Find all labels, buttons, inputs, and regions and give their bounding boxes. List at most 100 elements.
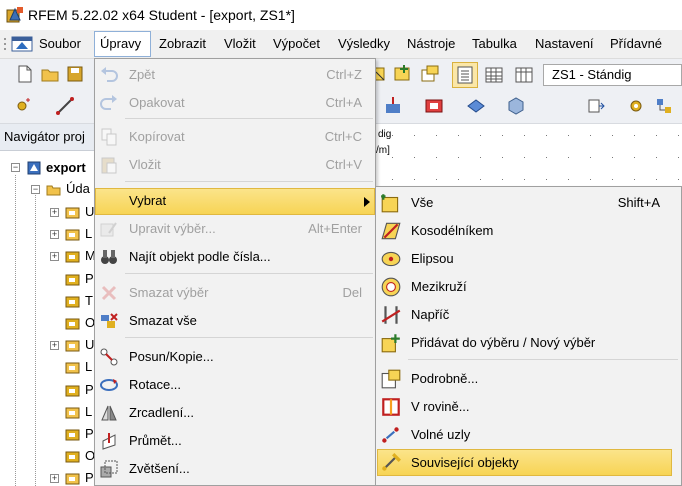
document-window-icon[interactable] [11,35,33,53]
load-icon[interactable] [384,96,404,116]
results-icon[interactable] [424,96,444,116]
menu-separator [125,181,373,182]
menu-vlozit[interactable]: Vložit [224,34,256,54]
edit-menu-label: Průmět... [129,433,182,448]
select-submenu-label: Mezikruží [411,279,467,294]
rfem-app-icon[interactable] [6,6,24,24]
tree-collapse-data[interactable]: − [31,185,40,194]
menu-zobrazit[interactable]: Zobrazit [159,34,206,54]
tree-collapse-root[interactable]: − [11,163,20,172]
grid-dot [590,135,591,136]
tree-item[interactable]: T [85,293,93,308]
tree-item[interactable]: U [85,337,94,352]
grid-dot [436,179,437,180]
edit-menu-label: Upravit výběr... [129,221,216,236]
menu-separator [125,118,373,119]
select-submenu-label: Přidávat do výběru / Nový výběr [411,335,596,350]
tree-item[interactable]: P [85,470,94,485]
grid-dot [458,179,459,180]
menu-upravy[interactable]: Úpravy [100,34,141,54]
new-line-icon[interactable] [55,96,75,116]
grid-dot [678,179,679,180]
render-icon[interactable] [506,96,526,116]
grid-dot [546,179,547,180]
grid-dot [590,179,591,180]
tree-expand-box[interactable]: + [50,474,59,484]
grid-dot [480,135,481,136]
in-plane-icon [382,398,400,416]
navigator-title: Navigátor proj [4,129,85,144]
grid-dot [546,135,547,136]
tree-data-node[interactable]: Úda [66,181,90,196]
select-submenu-label: Volné uzly [411,427,471,442]
menu-tabulka[interactable]: Tabulka [472,34,517,54]
edit-menu-label: Opakovat [129,95,185,110]
tree-item[interactable]: L [85,359,92,374]
grid-dot [656,179,657,180]
table-icon[interactable] [484,65,504,85]
grid-dot [634,157,635,158]
tree-expand-box[interactable]: + [50,230,59,240]
grid-dot [546,157,547,158]
paste-icon [101,157,117,174]
grid-dot [568,179,569,180]
scale-icon [100,460,118,478]
menu-pridavne-moduly[interactable]: Přídavné mo [610,34,682,71]
grid-dot [392,179,393,180]
grid-dot [524,157,525,158]
open-folder-icon[interactable] [40,64,60,84]
grid-dot [458,135,459,136]
tree-item[interactable]: L [85,404,92,419]
edit-menu-label: Zvětšení... [129,461,190,476]
grid-dot [678,135,679,136]
grid-dot [436,157,437,158]
menu-vysledky[interactable]: Výsledky [338,34,390,54]
grid-dot [656,135,657,136]
add-selection-toolbar-icon[interactable] [393,64,413,84]
tree-expand-box[interactable]: + [50,252,59,262]
edit-menu-shortcut: Ctrl+C [324,129,362,144]
tree-item[interactable]: P [85,271,94,286]
graphic-label-loadcase: dig [378,129,392,140]
grid-dot [656,157,657,158]
window-select-icon[interactable] [420,64,440,84]
view-icon[interactable] [466,96,486,116]
redo-icon [100,95,117,110]
navigator-panel-icon[interactable] [455,65,475,85]
model-tools-icon[interactable] [586,96,606,116]
grid-dot [502,135,503,136]
project-icon [27,161,41,175]
tree-item[interactable]: U [85,204,94,219]
menu-vypocet[interactable]: Výpočet [273,34,320,54]
load-case-table-icon[interactable] [514,65,534,85]
delete-selection-icon [101,285,117,301]
rotate-icon [100,379,118,391]
new-file-icon[interactable] [15,64,35,84]
tree-item[interactable]: P [85,426,94,441]
load-case-value: ZS1 - Stándig [552,67,632,82]
menu-nastaveni[interactable]: Nastavení [535,34,594,54]
grid-dot [414,135,415,136]
tree-root-export[interactable]: export [46,160,86,175]
edit-menu-label: Vybrat [129,193,167,208]
structure-icon[interactable] [654,96,674,116]
tree-item[interactable]: L [85,226,92,241]
binoculars-icon [101,250,117,264]
tree-item-icon [65,274,80,286]
save-icon[interactable] [65,64,85,84]
cross-select-icon [381,306,401,324]
related-objects-icon [382,453,401,471]
move-copy-icon [100,348,118,366]
tree-expand-box[interactable]: + [50,341,59,351]
menu-soubor[interactable]: Soubor [39,34,81,54]
new-node-icon[interactable] [12,96,32,116]
edit-menu-shortcut: Ctrl+Z [326,67,362,82]
tree-expand-box[interactable]: + [50,208,59,217]
menu-separator [125,273,373,274]
menu-nastroje[interactable]: Nástroje [407,34,455,54]
grid-dot [634,179,635,180]
edit-menu-shortcut: Alt+Enter [308,221,362,236]
tree-item[interactable]: P [85,382,94,397]
grid-dot [678,157,679,158]
settings-tools-icon[interactable] [626,96,646,116]
